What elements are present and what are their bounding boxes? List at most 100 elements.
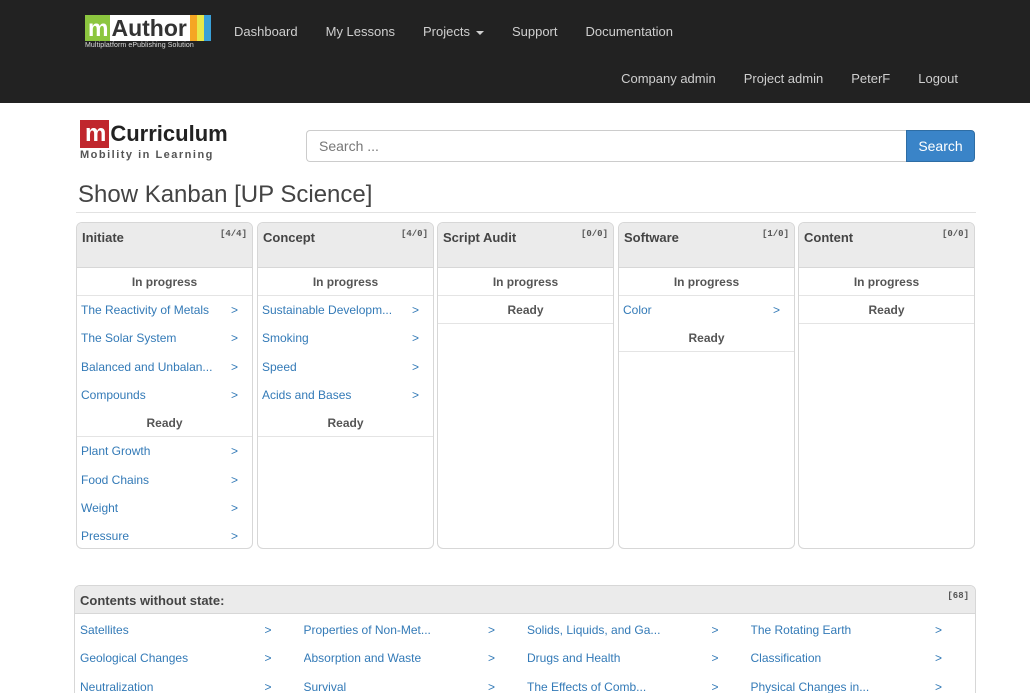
contents-without-state-panel: Contents without state: [68] Satellites >… — [74, 585, 976, 693]
kanban-card-link[interactable]: Balanced and Unbalan... > — [77, 353, 252, 381]
content-link[interactable]: Classification > — [746, 644, 970, 672]
kanban-card-link[interactable]: Speed > — [258, 353, 433, 381]
contents-without-state-header: Contents without state: [68] — [75, 586, 975, 614]
content-link[interactable]: The Rotating Earth > — [746, 616, 970, 644]
kanban-card-label: Color — [623, 303, 652, 318]
logo-text: Author — [110, 15, 190, 41]
mauthor-logo-wordmark: m Author — [85, 15, 211, 41]
content-link-label: Survival — [303, 679, 347, 693]
content-link-label: Absorption and Waste — [303, 651, 422, 666]
content-link[interactable]: Properties of Non-Met... > — [299, 616, 523, 644]
chevron-right-icon: > — [934, 679, 942, 693]
nav-my-lessons[interactable]: My Lessons — [326, 24, 395, 39]
section-in-progress: In progress — [258, 268, 433, 296]
section-in-progress: In progress — [77, 268, 252, 296]
content-link[interactable]: Drugs and Health > — [522, 644, 746, 672]
kanban-column-header: Concept [4/0] — [258, 223, 433, 268]
chevron-right-icon: > — [487, 623, 495, 638]
nav-projects-label: Projects — [422, 24, 470, 39]
content-link[interactable]: Neutralization > — [75, 673, 299, 693]
kanban-column-software: Software [1/0] In progress Color > Ready — [618, 222, 795, 549]
kanban-card-link[interactable]: The Solar System > — [77, 324, 252, 352]
content-link-label: Neutralization — [80, 679, 154, 693]
kanban-column-content: Content [0/0] In progress Ready — [798, 222, 975, 549]
kanban-card-link[interactable]: Pressure > — [77, 522, 252, 548]
chevron-right-icon: > — [487, 651, 495, 666]
logo-subtitle: Multiplatform ePublishing Solution — [85, 42, 194, 49]
content-link-label: Properties of Non-Met... — [303, 623, 431, 638]
kanban-column-count: [1/0] — [761, 229, 789, 239]
kanban-column-count: [0/0] — [941, 229, 969, 239]
chevron-right-icon: > — [230, 472, 238, 487]
chevron-right-icon: > — [711, 651, 719, 666]
title-divider — [76, 212, 976, 213]
content-link[interactable]: Geological Changes > — [75, 644, 299, 672]
nav-logout[interactable]: Logout — [918, 71, 958, 86]
kanban-card-link[interactable]: Acids and Bases > — [258, 381, 433, 409]
kanban-board: Initiate [4/4] In progress The Reactivity o… — [76, 222, 976, 549]
chevron-right-icon: > — [772, 303, 780, 318]
kanban-column-count: [4/0] — [400, 229, 428, 239]
chevron-right-icon: > — [230, 500, 238, 515]
kanban-column-script-audit: Script Audit [0/0] In progress Ready — [437, 222, 614, 549]
kanban-card-link[interactable]: Smoking > — [258, 324, 433, 352]
logo-m: m — [85, 15, 111, 41]
kanban-card-link[interactable]: Weight > — [77, 494, 252, 522]
contents-without-state-count: [68] — [947, 591, 969, 601]
logo-bar — [196, 15, 204, 41]
kanban-card-link[interactable]: Compounds > — [77, 381, 252, 409]
content-link[interactable]: Absorption and Waste > — [299, 644, 523, 672]
kanban-column-title: Concept — [263, 230, 315, 245]
user-nav: Company admin Project admin PeterF Logou… — [593, 71, 958, 86]
search-button[interactable]: Search — [906, 130, 975, 162]
content-link[interactable]: Physical Changes in... > — [746, 673, 970, 693]
kanban-card-label: Plant Growth — [81, 444, 151, 459]
nav-support[interactable]: Support — [512, 24, 558, 39]
kanban-column-header: Software [1/0] — [619, 223, 794, 268]
logo-bar — [203, 15, 211, 41]
kanban-card-link[interactable]: Color > — [619, 296, 794, 324]
page-title: Show Kanban [UP Science] — [78, 181, 373, 208]
nav-user-profile[interactable]: PeterF — [851, 71, 890, 86]
chevron-right-icon: > — [487, 679, 495, 693]
kanban-card-label: Speed — [262, 359, 297, 374]
chevron-right-icon: > — [711, 679, 719, 693]
kanban-column-title: Initiate — [82, 230, 124, 245]
kanban-card-link[interactable]: Sustainable Developm... > — [258, 296, 433, 324]
kanban-column-header: Script Audit [0/0] — [438, 223, 613, 268]
nav-projects-dropdown[interactable]: Projects — [423, 24, 484, 39]
mcurriculum-text: Curriculum — [110, 121, 228, 146]
content-link-label: Physical Changes in... — [750, 679, 870, 693]
kanban-card-label: Balanced and Unbalan... — [81, 359, 213, 374]
kanban-column-title: Software — [624, 230, 679, 245]
nav-dashboard[interactable]: Dashboard — [234, 24, 298, 39]
section-ready: Ready — [619, 324, 794, 353]
mcurriculum-logo[interactable]: m Curriculum Mobility in Learning — [80, 120, 240, 162]
nav-project-admin[interactable]: Project admin — [744, 71, 823, 86]
chevron-right-icon: > — [934, 623, 942, 638]
content-link-label: Drugs and Health — [527, 651, 621, 666]
kanban-card-label: Smoking — [262, 331, 309, 346]
kanban-card-link[interactable]: Food Chains > — [77, 465, 252, 493]
kanban-card-label: The Reactivity of Metals — [81, 303, 210, 318]
kanban-column-concept: Concept [4/0] In progress Sustainable Devel… — [257, 222, 434, 549]
content-link[interactable]: Solids, Liquids, and Ga... > — [522, 616, 746, 644]
chevron-right-icon: > — [230, 303, 238, 318]
search-input[interactable] — [306, 130, 906, 162]
kanban-card-label: Compounds — [81, 388, 146, 403]
chevron-right-icon: > — [230, 444, 238, 459]
kanban-card-label: Pressure — [81, 529, 130, 544]
section-in-progress: In progress — [799, 268, 974, 296]
content-link[interactable]: Survival > — [299, 673, 523, 693]
mauthor-logo[interactable]: m Author Multiplatform ePublishing Solut… — [85, 14, 220, 54]
kanban-card-link[interactable]: Plant Growth > — [77, 437, 252, 465]
content-link[interactable]: Satellites > — [75, 616, 299, 644]
chevron-right-icon: > — [934, 651, 942, 666]
top-navbar: m Author Multiplatform ePublishing Solut… — [0, 0, 1030, 103]
nav-company-admin[interactable]: Company admin — [621, 71, 716, 86]
content-link[interactable]: The Effects of Comb... > — [522, 673, 746, 693]
content-link-label: Classification — [750, 651, 822, 666]
kanban-card-link[interactable]: The Reactivity of Metals > — [77, 296, 252, 324]
chevron-right-icon: > — [230, 359, 238, 374]
nav-documentation[interactable]: Documentation — [586, 24, 673, 39]
